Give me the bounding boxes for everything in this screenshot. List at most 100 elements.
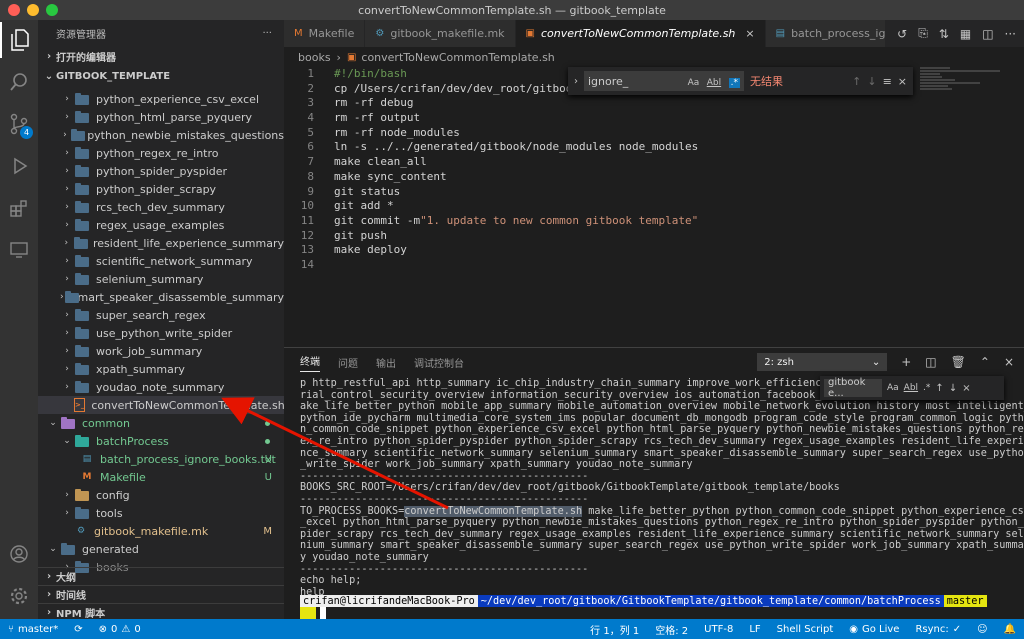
close-icon[interactable]: × — [745, 27, 754, 40]
whole-word-toggle[interactable]: Abl — [904, 383, 918, 393]
tree-folder-common[interactable]: ⌄ common — [38, 414, 284, 432]
tree-folder[interactable]: › python_experience_csv_excel — [38, 90, 284, 108]
tree-file-gitbook-makefile[interactable]: ⚙ gitbook_makefile.mk M — [38, 522, 284, 540]
match-case-toggle[interactable]: Aa — [887, 383, 899, 393]
extensions-icon[interactable] — [0, 190, 38, 226]
prompt-path: ~/dev/dev_root/gitbook/GitbookTemplate/g… — [477, 595, 944, 607]
end-of-line[interactable]: LF — [749, 622, 760, 637]
compare-icon[interactable]: ⎘ — [918, 26, 928, 41]
trash-icon[interactable]: 🗑 — [951, 355, 966, 369]
tab-output[interactable]: 输出 — [376, 355, 396, 370]
tab-debug-console[interactable]: 调试控制台 — [414, 355, 464, 370]
tree-folder[interactable]: › smart_speaker_disassemble_summary — [38, 288, 284, 306]
code-text: git commit -m — [334, 213, 421, 227]
tree-folder-tools[interactable]: › tools — [38, 504, 284, 522]
more-actions-icon[interactable]: ··· — [1005, 27, 1016, 41]
arrow-down-icon[interactable]: ↓ — [949, 383, 957, 394]
run-debug-icon[interactable] — [0, 148, 38, 184]
encoding[interactable]: UTF-8 — [704, 622, 733, 637]
npm-scripts-section[interactable]: › NPM 脚本 — [38, 603, 284, 619]
git-icon[interactable]: ⇅ — [939, 27, 949, 41]
tree-folder[interactable]: › work_job_summary — [38, 342, 284, 360]
tree-file-batch[interactable]: ▤ batch_process_ignore_books.txt U — [38, 450, 284, 468]
tab-makefile[interactable]: M Makefile — [284, 20, 366, 47]
tree-folder[interactable]: › regex_usage_examples — [38, 216, 284, 234]
find-in-selection-icon[interactable]: ≡ — [883, 75, 892, 88]
tab-gitbook-makefile[interactable]: ⚙ gitbook_makefile.mk — [365, 20, 516, 47]
terminal-output[interactable]: p http_restful_api http_summary ic_chip_… — [300, 378, 1024, 598]
arrow-up-icon[interactable]: ↑ — [935, 383, 943, 394]
terminal-select[interactable]: 2: zsh ⌄ — [757, 353, 888, 371]
tree-folder[interactable]: › youdao_note_summary — [38, 378, 284, 396]
cursor-position[interactable]: 行 1，列 1 — [590, 622, 639, 637]
breadcrumb-file[interactable]: convertToNewCommonTemplate.sh — [361, 51, 554, 64]
tree-folder[interactable]: › super_search_regex — [38, 306, 284, 324]
tab-batch-process[interactable]: ▤ batch_process_ignc — [765, 20, 886, 47]
tree-folder[interactable]: › python_spider_scrapy — [38, 180, 284, 198]
breadcrumb-folder[interactable]: books — [298, 51, 331, 64]
minimap[interactable] — [920, 67, 1010, 97]
close-window-button[interactable] — [8, 4, 20, 16]
close-icon[interactable]: × — [1004, 355, 1014, 369]
feedback-icon[interactable]: ☺ — [977, 622, 987, 637]
whole-word-toggle[interactable]: Abl — [707, 78, 721, 88]
tree-folder[interactable]: › use_python_write_spider — [38, 324, 284, 342]
go-live-button[interactable]: ◉ Go Live — [849, 622, 899, 637]
tree-folder[interactable]: › python_regex_re_intro — [38, 144, 284, 162]
tree-folder[interactable]: › selenium_summary — [38, 270, 284, 288]
match-case-toggle[interactable]: Aa — [688, 78, 700, 88]
search-icon[interactable] — [0, 64, 38, 100]
tab-problems[interactable]: 问题 — [338, 355, 358, 370]
file-icon: ▤ — [775, 28, 786, 39]
regex-toggle[interactable]: .* — [728, 77, 740, 88]
language-mode[interactable]: Shell Script — [777, 622, 834, 637]
explorer-icon[interactable] — [0, 22, 38, 58]
indentation[interactable]: 空格: 2 — [655, 622, 688, 637]
sync-icon[interactable]: ⟳ — [74, 624, 82, 635]
tree-folder-batchprocess[interactable]: ⌄ batchProcess — [38, 432, 284, 450]
close-icon[interactable]: × — [962, 383, 970, 394]
tree-file-makefile[interactable]: M Makefile U — [38, 468, 284, 486]
remote-explorer-icon[interactable] — [0, 232, 38, 268]
regex-toggle[interactable]: .* — [923, 383, 930, 393]
source-control-icon[interactable]: 4 — [0, 106, 38, 142]
split-editor-icon[interactable]: ◫ — [982, 27, 993, 41]
tree-folder-generated[interactable]: ⌄ generated — [38, 540, 284, 558]
arrow-down-icon[interactable]: ↓ — [867, 75, 876, 88]
workspace-section[interactable]: ⌄ GITBOOK_TEMPLATE — [38, 66, 284, 86]
tree-folder[interactable]: › resident_life_experience_summary — [38, 234, 284, 252]
tree-folder[interactable]: › python_spider_pyspider — [38, 162, 284, 180]
close-icon[interactable]: × — [898, 75, 907, 88]
account-icon[interactable] — [0, 536, 38, 572]
tab-terminal[interactable]: 终端 — [300, 353, 320, 372]
preview-icon[interactable]: ▦ — [960, 27, 971, 41]
settings-gear-icon[interactable] — [0, 578, 38, 614]
outline-section[interactable]: › 大纲 — [38, 567, 284, 585]
tree-folder[interactable]: › python_newbie_mistakes_questions — [38, 126, 284, 144]
branch-indicator[interactable]: ⑂ master* — [8, 624, 58, 635]
bell-icon[interactable]: 🔔 — [1004, 622, 1016, 637]
timeline-icon[interactable]: ↺ — [897, 27, 907, 41]
problems-indicator[interactable]: ⊗ 0 ⚠ 0 — [99, 624, 141, 635]
chevron-up-icon[interactable]: ⌃ — [980, 355, 990, 369]
tree-folder[interactable]: › xpath_summary — [38, 360, 284, 378]
find-input[interactable]: ignore_ Aa Abl .* — [584, 71, 744, 91]
minimize-window-button[interactable] — [27, 4, 39, 16]
tree-file-selected[interactable]: >_ convertToNewCommonTemplate.sh — [38, 396, 284, 414]
timeline-section[interactable]: › 时间线 — [38, 585, 284, 603]
tree-folder[interactable]: › rcs_tech_dev_summary — [38, 198, 284, 216]
explorer-more-button[interactable]: ··· — [262, 28, 272, 39]
arrow-up-icon[interactable]: ↑ — [852, 75, 861, 88]
maximize-window-button[interactable] — [46, 4, 58, 16]
tree-folder-config[interactable]: › config — [38, 486, 284, 504]
tree-folder[interactable]: › python_html_parse_pyquery — [38, 108, 284, 126]
code-editor[interactable]: 1 #!/bin/bash 2 cp /Users/crifan/dev/dev_ro… — [284, 67, 1024, 347]
split-terminal-icon[interactable]: ◫ — [925, 355, 936, 369]
open-editors-section[interactable]: › 打开的编辑器 — [38, 46, 284, 66]
tree-folder[interactable]: › scientific_network_summary — [38, 252, 284, 270]
chevron-right-icon[interactable]: › — [574, 76, 578, 87]
tab-convert-script[interactable]: ▣ convertToNewCommonTemplate.sh × — [515, 20, 766, 47]
plus-icon[interactable]: + — [901, 355, 911, 369]
terminal-find-input[interactable]: gitbook e... — [824, 377, 882, 399]
rsync-status[interactable]: Rsync: ✓ — [915, 622, 961, 637]
